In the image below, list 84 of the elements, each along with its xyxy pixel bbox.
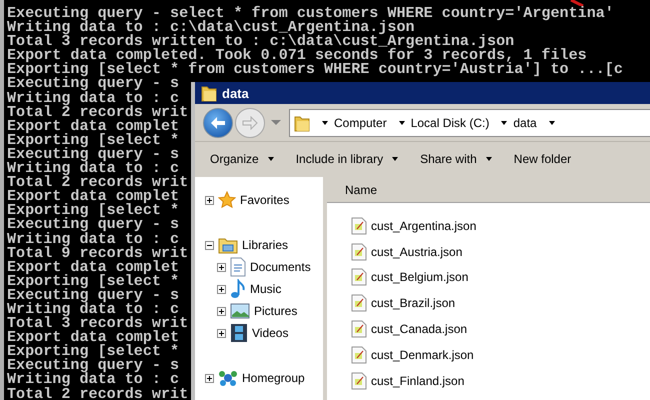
window-title: data — [222, 86, 249, 101]
console-line: Total 3 records writ — [7, 316, 188, 330]
console-line: Executing query - select * from customers WHERE country='Argentina' — [7, 6, 614, 20]
file-name[interactable]: cust_Finland.json — [371, 374, 464, 388]
file-icon — [351, 216, 367, 235]
document-icon — [230, 257, 246, 277]
console-line: Writing data to : c — [7, 372, 180, 387]
caret-icon[interactable] — [501, 120, 508, 125]
file-name[interactable]: cust_Austria.json — [371, 244, 462, 259]
back-button[interactable] — [203, 108, 233, 138]
console-line: Total 2 records writ — [7, 386, 188, 400]
history-caret-icon[interactable] — [271, 120, 281, 126]
expand-toggle-icon[interactable] — [217, 262, 226, 272]
right-arrow-icon — [242, 116, 258, 130]
file-icon — [351, 294, 367, 312]
console-line: Exporting [select * from customers WHERE country='Austria'] to ...[c — [7, 62, 623, 76]
console-line: Writing data to : c:\data\cust_Argentina.json — [7, 20, 415, 34]
file-name[interactable]: cust_Denmark.json — [371, 348, 474, 362]
console-line: Writing data to : c — [7, 302, 180, 316]
file-name[interactable]: cust_Canada.json — [371, 322, 468, 336]
console-line: Executing query - s — [7, 76, 180, 91]
console-line: Total 2 records writ — [7, 104, 188, 119]
console-line: Exporting [select * — [7, 344, 180, 358]
expand-toggle-icon[interactable] — [217, 328, 226, 338]
file-name[interactable]: cust_Brazil.json — [371, 296, 456, 310]
expand-toggle-icon[interactable] — [205, 196, 214, 204]
nav-item[interactable]: Favorites — [240, 193, 290, 207]
file-icon — [351, 268, 367, 286]
console-line: Exporting [select * — [7, 203, 180, 218]
breadcrumb[interactable]: Computer — [334, 116, 387, 130]
console-line: Executing query - s — [7, 146, 180, 162]
left-arrow-icon — [210, 116, 226, 130]
address-bar[interactable]: Computer Local Disk (C:) data — [289, 108, 650, 137]
music-note-icon — [230, 279, 246, 299]
file-icon — [351, 242, 367, 261]
caret-icon[interactable] — [322, 120, 328, 125]
file-name[interactable]: cust_Belgium.json — [371, 270, 468, 284]
console-line: Writing data to : c — [7, 161, 180, 176]
star-icon — [218, 191, 236, 209]
file-icon — [351, 320, 367, 338]
expand-toggle-icon[interactable] — [205, 240, 214, 250]
toolbar-button[interactable]: New folder — [514, 152, 572, 166]
expand-toggle-icon[interactable] — [217, 306, 226, 316]
toolbar-button[interactable]: Organize — [210, 152, 274, 166]
annotation-stroke — [570, 0, 584, 6]
file-name[interactable]: cust_Argentina.json — [371, 218, 476, 233]
toolbar-button[interactable]: Include in library — [296, 152, 398, 166]
picture-icon — [230, 303, 250, 319]
file-icon — [351, 346, 367, 364]
film-strip-icon — [230, 323, 248, 343]
toolbar-button[interactable]: Share with — [420, 152, 492, 166]
breadcrumb[interactable]: data — [513, 116, 537, 130]
nav-item[interactable]: Pictures — [254, 304, 298, 318]
nav-item[interactable]: Videos — [252, 326, 288, 340]
console-line: Export data complet — [7, 330, 180, 344]
caret-icon[interactable] — [548, 120, 555, 125]
console-line: Exporting [select * — [7, 274, 180, 288]
console-line: Export data complet — [7, 260, 180, 274]
nav-item[interactable]: Documents — [250, 260, 311, 274]
file-icon — [351, 372, 367, 390]
console-line: Export data complet — [7, 189, 180, 204]
network-icon — [218, 369, 238, 387]
library-folder-icon — [218, 236, 238, 254]
nav-item[interactable]: Libraries — [242, 238, 288, 252]
console-line: Export data complet — [7, 118, 180, 133]
console-line: Executing query - s — [7, 288, 180, 302]
expand-toggle-icon[interactable] — [205, 374, 214, 382]
console-line: Writing data to : c — [7, 90, 180, 105]
expand-toggle-icon[interactable] — [217, 284, 226, 294]
folder-icon — [294, 114, 310, 132]
nav-item[interactable]: Homegroup — [242, 371, 305, 385]
console-line: Export data completed. Took 0.071 seconds for 3 records, 1 files — [7, 48, 587, 62]
nav-item[interactable]: Music — [250, 282, 282, 296]
console-line: Executing query - s — [7, 217, 180, 232]
breadcrumb[interactable]: Local Disk (C:) — [410, 116, 490, 130]
console-line: Total 9 records writ — [7, 246, 188, 260]
console-line: Exporting [select * — [7, 132, 180, 147]
console-line: Total 2 records writ — [7, 175, 188, 190]
console-line: Executing query - s — [7, 358, 180, 372]
console-line: Writing data to : c — [7, 232, 180, 246]
console-line: Total 3 records written to : c:\data\cust_Argentina.json — [7, 34, 514, 48]
caret-icon[interactable] — [398, 120, 405, 125]
column-header[interactable]: Name — [345, 182, 378, 196]
folder-icon — [201, 84, 217, 102]
